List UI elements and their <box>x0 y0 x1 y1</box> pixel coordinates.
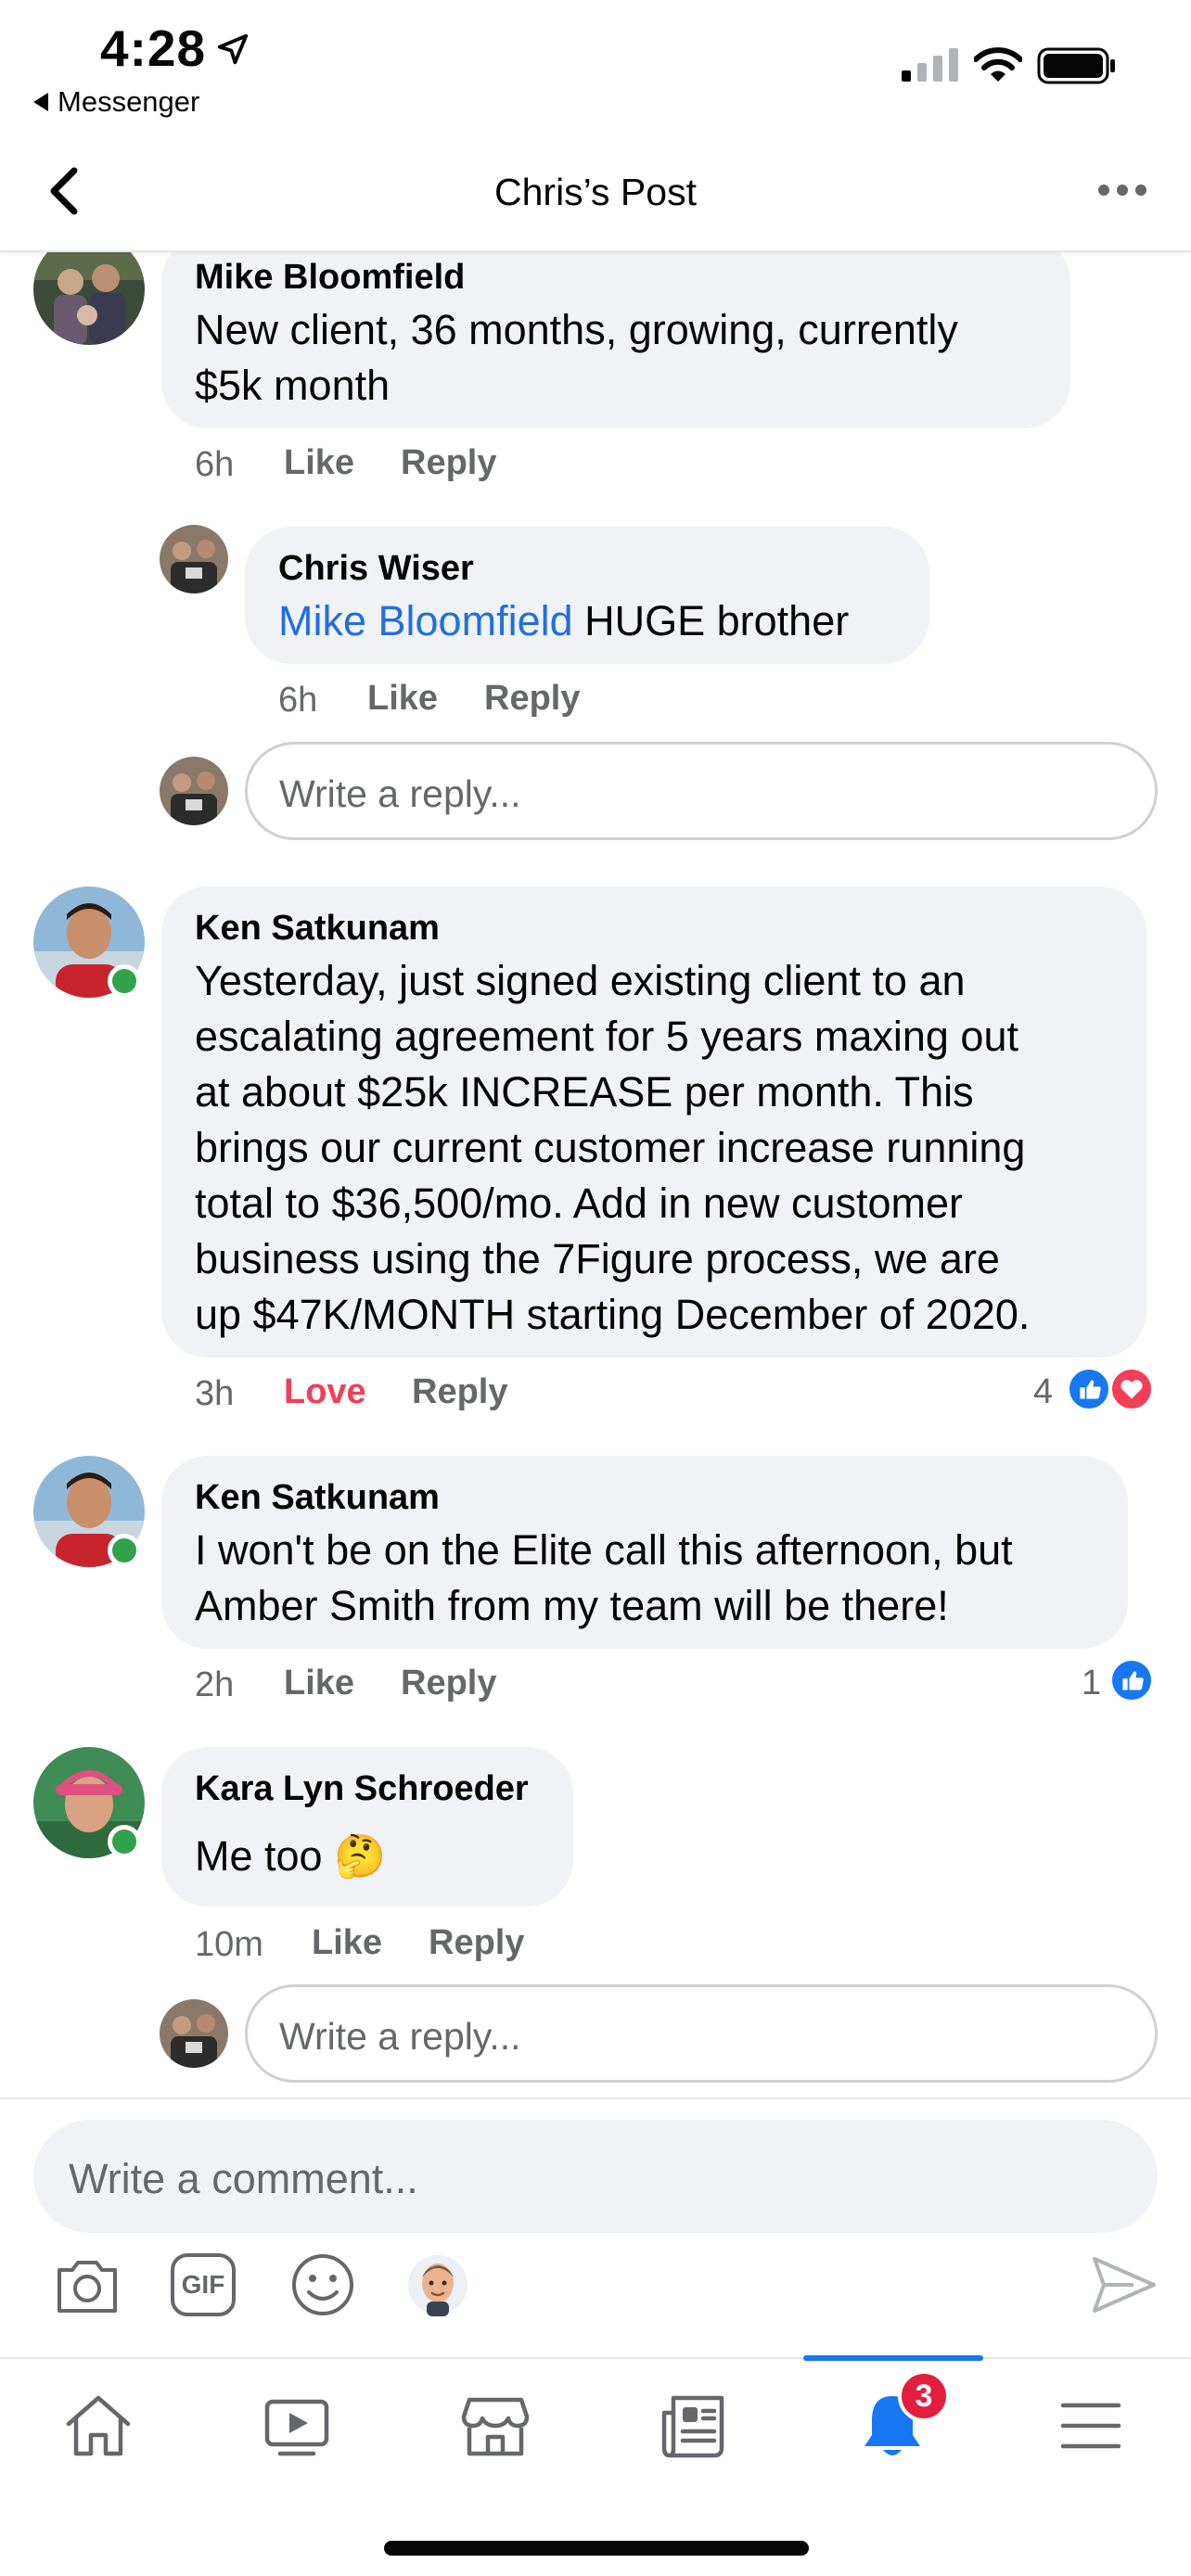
menu-icon <box>1060 2403 1121 2449</box>
comment-author[interactable]: Mike Bloomfield <box>195 258 465 298</box>
reply-text-body: HUGE brother <box>572 597 850 644</box>
active-tab-indicator <box>803 2355 983 2361</box>
comment-input[interactable]: Write a comment... <box>33 2120 1158 2233</box>
like-button[interactable]: Like <box>367 679 438 719</box>
reply-button[interactable]: Reply <box>401 1664 496 1703</box>
marketplace-icon <box>461 2397 530 2456</box>
comment-timestamp: 10m <box>195 1925 263 1964</box>
comment-author[interactable]: Ken Satkunam <box>195 1478 440 1518</box>
comment-input-placeholder: Write a comment... <box>69 2155 418 2202</box>
tab-marketplace[interactable] <box>449 2379 542 2472</box>
comment-text-line: $5k month <box>195 362 391 409</box>
love-reaction-icon[interactable] <box>1109 1367 1154 1411</box>
back-triangle-icon <box>33 93 48 111</box>
reaction-count[interactable]: 1 <box>1082 1664 1101 1703</box>
watch-icon <box>264 2399 329 2456</box>
like-button[interactable]: Like <box>312 1923 382 1963</box>
notification-count-badge: 3 <box>898 2370 950 2422</box>
comment-text-line: Amber Smith from my team will be there! <box>195 1582 949 1629</box>
tab-watch[interactable] <box>250 2379 343 2472</box>
like-button[interactable]: Like <box>284 443 354 483</box>
reply-author[interactable]: Chris Wiser <box>278 549 474 589</box>
home-indicator <box>384 2541 809 2556</box>
comment-text-line: Yesterday, just signed existing client t… <box>195 957 966 1004</box>
reply-button[interactable]: Reply <box>429 1923 524 1963</box>
mention-link[interactable]: Mike Bloomfield <box>278 597 573 644</box>
tab-home[interactable] <box>52 2379 145 2472</box>
back-app-label: Messenger <box>58 85 200 118</box>
cellular-signal-icon <box>902 48 958 82</box>
like-reaction-icon[interactable] <box>1067 1367 1111 1411</box>
comment-timestamp: 6h <box>195 445 235 484</box>
comment-composer: Write a comment... GIF <box>0 2098 1191 2357</box>
comment-text-line: up $47K/MONTH starting December of 2020. <box>195 1291 1031 1338</box>
status-bar: 4:28 Messenger <box>0 0 1191 130</box>
post-header: Chris’s Post <box>0 139 1191 252</box>
news-icon <box>661 2395 724 2458</box>
reply-text: Mike Bloomfield HUGE brother <box>278 593 849 649</box>
thinking-face-emoji-icon: 🤔 <box>334 1832 387 1880</box>
tab-menu[interactable] <box>1044 2379 1137 2472</box>
comment-timestamp: 3h <box>195 1374 235 1413</box>
comment-text-line: brings our current customer increase run… <box>195 1124 1026 1171</box>
back-to-messenger[interactable]: Messenger <box>33 85 199 119</box>
reply-input-placeholder: Write a reply... <box>279 2015 521 2058</box>
comment-text-body: Me too <box>195 1832 323 1880</box>
location-arrow-icon <box>217 33 249 65</box>
gif-icon[interactable]: GIF <box>171 2253 236 2316</box>
comment-text-line: I won't be on the Elite call this aftern… <box>195 1526 1013 1574</box>
online-status-icon <box>108 1534 141 1567</box>
wifi-icon <box>974 47 1022 82</box>
comment-text-line: escalating agreement for 5 years maxing … <box>195 1013 1018 1060</box>
love-button[interactable]: Love <box>284 1372 366 1412</box>
reply-button[interactable]: Reply <box>484 679 580 719</box>
comment-text-line: at about $25k INCREASE per month. This <box>195 1068 974 1116</box>
status-time: 4:28 <box>100 19 207 77</box>
more-options-icon[interactable] <box>1095 176 1150 204</box>
page-title: Chris’s Post <box>494 171 697 213</box>
reply-input[interactable]: Write a reply... <box>245 1984 1158 2083</box>
emoji-icon[interactable] <box>288 2250 358 2320</box>
avatar[interactable] <box>160 525 228 593</box>
reply-button[interactable]: Reply <box>412 1372 507 1412</box>
camera-icon[interactable] <box>52 2250 122 2320</box>
reply-input[interactable]: Write a reply... <box>245 742 1158 840</box>
reply-timestamp: 6h <box>278 681 318 720</box>
send-icon[interactable] <box>1087 2248 1161 2322</box>
avatar-sticker-icon[interactable] <box>403 2250 473 2320</box>
online-status-icon <box>108 964 141 998</box>
home-icon <box>66 2395 131 2456</box>
comment-timestamp: 2h <box>195 1665 235 1704</box>
own-avatar <box>160 757 228 825</box>
comment-text-line: business using the 7Figure process, we a… <box>195 1235 1000 1282</box>
like-reaction-icon[interactable] <box>1109 1658 1154 1702</box>
reaction-count[interactable]: 4 <box>1033 1372 1053 1412</box>
tab-news[interactable] <box>647 2379 740 2472</box>
comment-text-line: Me too 🤔 <box>195 1829 386 1884</box>
like-button[interactable]: Like <box>284 1664 354 1703</box>
online-status-icon <box>108 1825 141 1858</box>
reply-input-placeholder: Write a reply... <box>279 772 521 815</box>
battery-icon <box>1037 47 1115 84</box>
comment-author[interactable]: Ken Satkunam <box>195 909 440 949</box>
own-avatar <box>160 1999 228 2068</box>
gif-label: GIF <box>181 2270 225 2299</box>
comment-text-line: total to $36,500/mo. Add in new customer <box>195 1180 963 1227</box>
comment-text-line: New client, 36 months, growing, currentl… <box>195 306 958 353</box>
comment-author[interactable]: Kara Lyn Schroeder <box>195 1769 529 1809</box>
reply-button[interactable]: Reply <box>401 443 496 483</box>
